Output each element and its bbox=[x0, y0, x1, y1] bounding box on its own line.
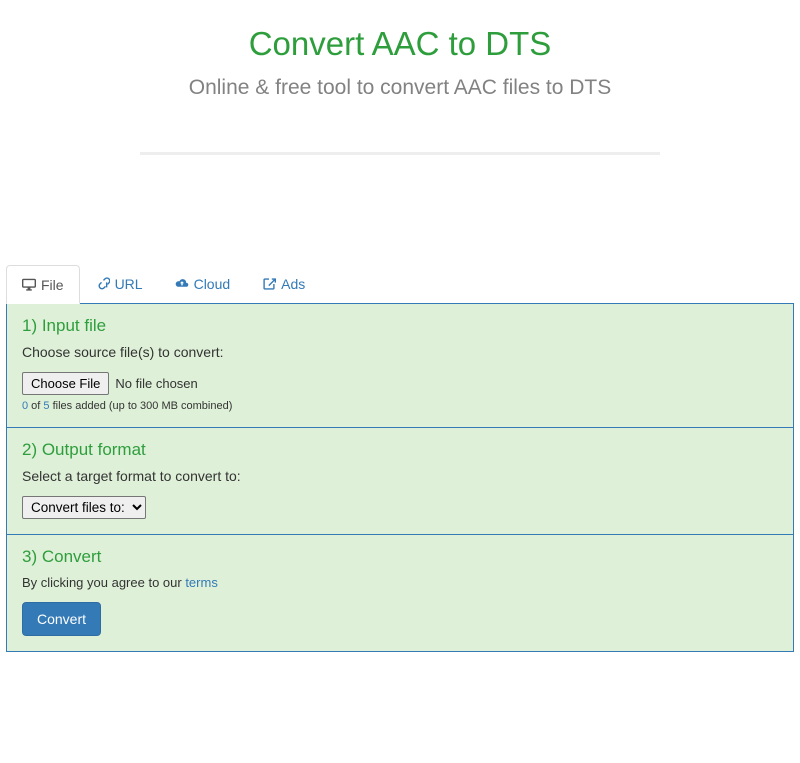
tab-url[interactable]: URL bbox=[80, 265, 159, 303]
page-title: Convert AAC to DTS bbox=[20, 25, 780, 63]
tab-url-label: URL bbox=[115, 276, 143, 292]
file-status-text: No file chosen bbox=[115, 376, 197, 391]
step-input-file: 1) Input file Choose source file(s) to c… bbox=[7, 304, 793, 428]
step-output-format: 2) Output format Select a target format … bbox=[7, 428, 793, 535]
step-convert: 3) Convert By clicking you agree to our … bbox=[7, 535, 793, 651]
terms-text: By clicking you agree to our terms bbox=[22, 575, 778, 590]
cloud-icon bbox=[175, 277, 189, 291]
terms-link[interactable]: terms bbox=[185, 575, 218, 590]
tab-list: File URL Cloud Ads bbox=[6, 265, 794, 304]
page-subtitle: Online & free tool to convert AAC files … bbox=[160, 73, 640, 102]
steps-panel: 1) Input file Choose source file(s) to c… bbox=[6, 303, 794, 652]
monitor-icon bbox=[22, 278, 36, 292]
header: Convert AAC to DTS Online & free tool to… bbox=[0, 0, 800, 165]
tab-ads[interactable]: Ads bbox=[246, 265, 321, 303]
output-format-select[interactable]: Convert files to: bbox=[22, 496, 146, 519]
step3-title: 3) Convert bbox=[22, 547, 778, 567]
step2-desc: Select a target format to convert to: bbox=[22, 468, 778, 484]
step2-title: 2) Output format bbox=[22, 440, 778, 460]
tab-file[interactable]: File bbox=[6, 265, 80, 304]
tab-cloud-label: Cloud bbox=[194, 276, 231, 292]
tab-cloud[interactable]: Cloud bbox=[159, 265, 247, 303]
tab-file-label: File bbox=[41, 277, 64, 293]
choose-file-button[interactable]: Choose File bbox=[22, 372, 109, 395]
step1-title: 1) Input file bbox=[22, 316, 778, 336]
link-icon bbox=[96, 277, 110, 291]
convert-button[interactable]: Convert bbox=[22, 602, 101, 636]
step1-desc: Choose source file(s) to convert: bbox=[22, 344, 778, 360]
file-input-row: Choose File No file chosen bbox=[22, 372, 778, 395]
header-divider bbox=[140, 152, 660, 155]
tabs-container: File URL Cloud Ads bbox=[0, 265, 800, 652]
tab-ads-label: Ads bbox=[281, 276, 305, 292]
file-count-note: 0 of 5 files added (up to 300 MB combine… bbox=[22, 400, 778, 412]
external-link-icon bbox=[262, 277, 276, 291]
